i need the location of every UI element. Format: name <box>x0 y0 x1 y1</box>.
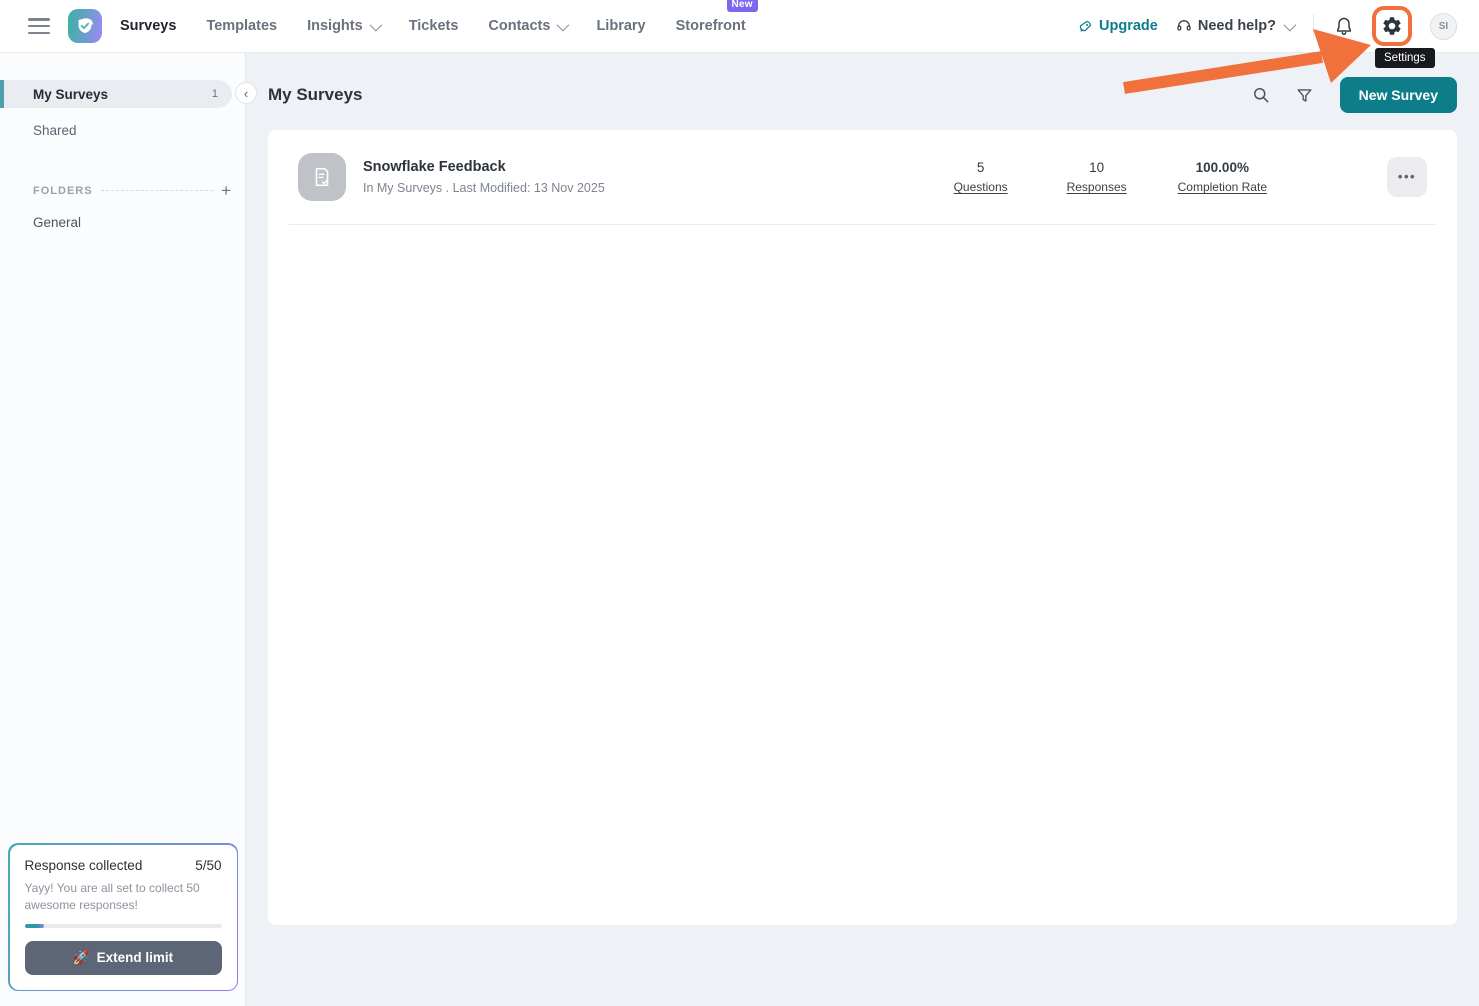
questions-count: 5 <box>946 160 1016 175</box>
sidebar-item-my-surveys[interactable]: My Surveys 1 <box>0 80 232 108</box>
responses-link[interactable]: Responses <box>1062 180 1132 194</box>
filter-funnel-icon <box>1295 86 1314 105</box>
response-usage-widget: Response collected 5/50 Yayy! You are al… <box>8 843 238 991</box>
completion-rate-link[interactable]: Completion Rate <box>1178 180 1267 194</box>
rocket-icon <box>1078 19 1093 34</box>
notifications-button[interactable] <box>1334 16 1354 36</box>
sidebar-folder-general[interactable]: General <box>0 215 245 230</box>
usage-message: Yayy! You are all set to collect 50 awes… <box>25 880 222 914</box>
navbar-right: Upgrade Need help? <box>1078 6 1457 46</box>
usage-title: Response collected <box>25 858 143 873</box>
divider <box>1313 14 1314 38</box>
nav-item-insights[interactable]: Insights <box>307 18 379 34</box>
usage-count: 5/50 <box>195 858 221 873</box>
nav-item-tickets[interactable]: Tickets <box>409 18 459 34</box>
survey-options-button[interactable]: ••• <box>1387 157 1427 197</box>
survey-list-item[interactable]: Snowflake Feedback In My Surveys . Last … <box>289 130 1436 225</box>
survey-name[interactable]: Snowflake Feedback <box>363 159 946 175</box>
nav-item-storefront[interactable]: Storefront New <box>676 18 746 34</box>
settings-tooltip: Settings <box>1375 48 1435 68</box>
search-icon <box>1251 85 1271 105</box>
folders-section-header: FOLDERS + <box>33 182 231 199</box>
hamburger-menu-icon[interactable] <box>28 18 50 34</box>
survey-info: Snowflake Feedback In My Surveys . Last … <box>363 159 946 195</box>
survey-count-badge: 1 <box>212 88 218 100</box>
stat-responses: 10 Responses <box>1062 160 1132 194</box>
responses-count: 10 <box>1062 160 1132 175</box>
stat-questions: 5 Questions <box>946 160 1016 194</box>
main-header: My Surveys New Survey <box>247 53 1479 113</box>
user-avatar[interactable]: SI <box>1430 13 1457 40</box>
usage-progress-fill <box>25 924 45 928</box>
usage-progress-bar <box>25 924 222 928</box>
completion-rate-value: 100.00% <box>1178 160 1267 175</box>
nav-item-surveys[interactable]: Surveys <box>120 18 176 34</box>
search-button[interactable] <box>1251 85 1271 105</box>
add-folder-button[interactable]: + <box>221 182 231 199</box>
sidebar-item-shared[interactable]: Shared <box>0 116 245 144</box>
nav-item-library[interactable]: Library <box>596 18 645 34</box>
gear-icon <box>1381 15 1403 37</box>
new-survey-button[interactable]: New Survey <box>1340 77 1457 113</box>
survey-thumbnail <box>298 153 346 201</box>
folders-label: FOLDERS <box>33 185 93 197</box>
survey-meta: In My Surveys . Last Modified: 13 Nov 20… <box>363 181 946 195</box>
extend-limit-button[interactable]: 🚀 Extend limit <box>25 941 222 975</box>
survey-document-icon <box>311 166 333 188</box>
nav-item-contacts[interactable]: Contacts <box>488 18 566 34</box>
page-title: My Surveys <box>268 85 363 105</box>
sidebar: My Surveys 1 Shared FOLDERS + General Re… <box>0 53 246 1006</box>
new-badge: New <box>727 0 758 12</box>
headset-icon <box>1176 18 1192 34</box>
surveys-list-card: Snowflake Feedback In My Surveys . Last … <box>268 130 1457 925</box>
chevron-down-icon <box>1284 18 1297 31</box>
nav-item-templates[interactable]: Templates <box>206 18 277 34</box>
main-content: ‹ My Surveys New Survey <box>247 53 1479 1006</box>
need-help-menu[interactable]: Need help? <box>1176 18 1293 34</box>
sidebar-collapse-button[interactable]: ‹ <box>235 82 257 104</box>
surveysparrow-logo[interactable] <box>68 9 102 43</box>
primary-nav: Surveys Templates Insights Tickets Conta… <box>120 18 746 34</box>
settings-button[interactable] <box>1372 6 1412 46</box>
chevron-down-icon <box>557 18 570 31</box>
app-window: Surveys Templates Insights Tickets Conta… <box>0 0 1479 1006</box>
top-navbar: Surveys Templates Insights Tickets Conta… <box>0 0 1479 53</box>
filter-button[interactable] <box>1295 86 1314 105</box>
survey-stats: 5 Questions 10 Responses 100.00% Complet… <box>946 160 1267 194</box>
bell-icon <box>1334 16 1354 36</box>
chevron-down-icon <box>369 18 382 31</box>
sparrow-logo-icon <box>74 15 96 37</box>
stat-completion-rate: 100.00% Completion Rate <box>1178 160 1267 194</box>
questions-link[interactable]: Questions <box>946 180 1016 194</box>
rocket-emoji-icon: 🚀 <box>73 950 90 966</box>
divider <box>101 190 214 191</box>
upgrade-link[interactable]: Upgrade <box>1078 18 1158 34</box>
